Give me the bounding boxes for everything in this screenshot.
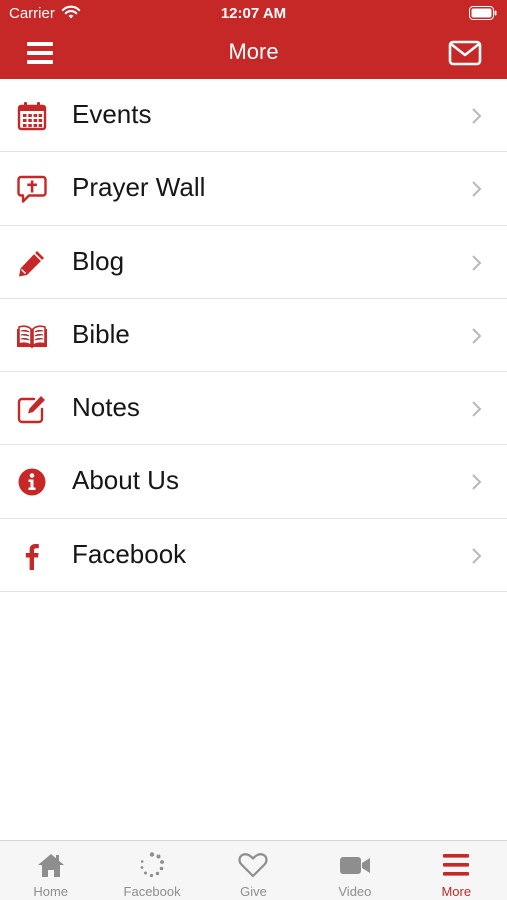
- hamburger-menu-icon: [443, 854, 470, 876]
- chevron-right-icon: [472, 401, 482, 417]
- heart-icon: [238, 853, 268, 878]
- video-camera-icon: [339, 857, 370, 874]
- chevron-right-icon: [472, 181, 482, 198]
- tab-give[interactable]: Give: [203, 841, 304, 900]
- menu-item-facebook[interactable]: Facebook: [0, 518, 507, 593]
- tab-label: Home: [33, 884, 69, 899]
- chevron-right-icon: [472, 108, 482, 124]
- refresh-icon: [140, 852, 164, 878]
- home-icon: [37, 854, 64, 877]
- open-book-icon: [17, 325, 47, 349]
- menu-item-events[interactable]: Events: [0, 79, 507, 153]
- tab-label: Facebook: [123, 884, 181, 899]
- app-header: Carrier 12:07 AM More: [0, 0, 507, 79]
- tab-video[interactable]: Video: [304, 841, 405, 900]
- facebook-icon: [25, 543, 39, 570]
- menu-item-label: Facebook: [72, 538, 187, 569]
- tab-home[interactable]: Home: [0, 841, 101, 900]
- page-title: More: [228, 39, 279, 64]
- bottom-tab-bar: Home Facebook Give Video More: [0, 840, 507, 900]
- calendar-icon: [17, 102, 47, 131]
- menu-item-notes[interactable]: Notes: [0, 372, 507, 446]
- status-bar: Carrier 12:07 AM: [0, 0, 507, 28]
- menu-item-bible[interactable]: Bible: [0, 298, 507, 373]
- tab-facebook[interactable]: Facebook: [101, 841, 202, 900]
- menu-item-label: Prayer Wall: [72, 172, 206, 203]
- tab-more[interactable]: More: [406, 841, 507, 900]
- menu-item-label: Bible: [72, 318, 130, 349]
- tab-label: More: [441, 884, 472, 899]
- menu-item-label: About Us: [72, 465, 179, 496]
- menu-item-label: Events: [72, 99, 152, 129]
- envelope-icon[interactable]: [448, 40, 482, 66]
- more-menu-list: Events Prayer Wall Blog Bible Notes Abou…: [0, 79, 507, 593]
- prayer-bubble-icon: [17, 176, 47, 203]
- pencil-icon: [19, 250, 44, 277]
- chevron-right-icon: [472, 254, 482, 271]
- battery-icon: [469, 6, 497, 20]
- menu-item-blog[interactable]: Blog: [0, 225, 507, 299]
- status-time: 12:07 AM: [220, 5, 287, 22]
- info-icon: [18, 468, 46, 496]
- tab-label: Give: [240, 884, 267, 899]
- navigation-bar: More: [0, 28, 507, 79]
- edit-note-icon: [17, 396, 45, 424]
- menu-item-about-us[interactable]: About Us: [0, 445, 507, 519]
- tab-label: Video: [338, 884, 372, 899]
- chevron-right-icon: [472, 548, 482, 564]
- chevron-right-icon: [472, 328, 482, 344]
- menu-item-prayer-wall[interactable]: Prayer Wall: [0, 152, 507, 226]
- menu-item-label: Notes: [72, 392, 140, 423]
- chevron-right-icon: [472, 474, 482, 491]
- menu-item-label: Blog: [72, 245, 125, 276]
